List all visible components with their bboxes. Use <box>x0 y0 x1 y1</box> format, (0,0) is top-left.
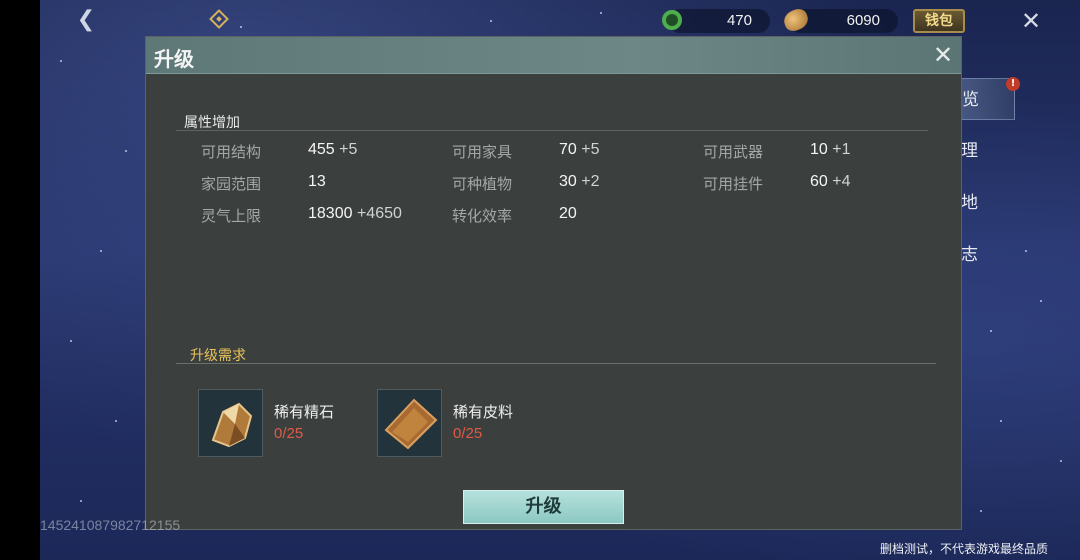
side-menu-item-label: 理 <box>961 141 978 161</box>
attribute-value: 20 <box>559 205 577 222</box>
close-icon[interactable]: ✕ <box>1016 6 1046 36</box>
item-count: 0/25 <box>453 425 483 442</box>
attribute-label: 灵气上限 <box>201 207 262 225</box>
upgrade-dialog: 升级 ✕ 属性增加 可用结构 455 +5 可用家具 70 +5 可用武器 10… <box>145 36 962 530</box>
wallet-button[interactable]: 钱包 <box>913 9 965 33</box>
side-menu-item-label: 地 <box>961 193 978 213</box>
attribute-label: 可种植物 <box>452 175 513 193</box>
divider <box>176 363 936 364</box>
gold-amount: 6090 <box>846 12 880 29</box>
disclaimer-text: 删档测试，不代表游戏最终品质 <box>880 542 1049 556</box>
attribute-value: 70 +5 <box>559 141 600 158</box>
back-button[interactable]: ❮ <box>68 4 104 36</box>
close-icon: ✕ <box>932 41 954 69</box>
side-menu-item-land[interactable]: 地 <box>955 182 1015 234</box>
alert-badge: ! <box>1006 77 1020 91</box>
item-name: 稀有皮料 <box>453 403 514 421</box>
rare-leather-icon <box>377 389 442 457</box>
attribute-value: 13 <box>308 173 326 190</box>
item-count: 0/25 <box>274 425 304 442</box>
rare-stone-icon <box>198 389 263 457</box>
chevron-left-icon: ❮ <box>76 7 96 32</box>
jade-coin-icon <box>662 10 682 30</box>
attribute-label: 可用挂件 <box>703 175 764 193</box>
left-letterbox <box>0 0 40 560</box>
dialog-header: 升级 ✕ <box>146 37 961 74</box>
side-menu-item-overview[interactable]: 览 ! <box>955 77 1020 120</box>
side-menu-item-manage[interactable]: 理 <box>955 130 1015 182</box>
attribute-label: 可用家具 <box>452 143 513 161</box>
attributes-section-title: 属性增加 <box>184 115 240 131</box>
attribute-value: 455 +5 <box>308 141 358 158</box>
attribute-label: 可用武器 <box>703 143 764 161</box>
attribute-value: 10 +1 <box>810 141 851 158</box>
attribute-value: 18300 +4650 <box>308 205 402 222</box>
dialog-title: 升级 <box>154 47 194 71</box>
uid-watermark: 145241087982712155 <box>40 517 181 533</box>
jade-amount: 470 <box>726 12 752 29</box>
requirement-item-rare-stone[interactable]: 稀有精石 0/25 <box>198 389 368 459</box>
side-menu-item-log[interactable]: 志 <box>955 234 1015 286</box>
dialog-close-button[interactable]: ✕ <box>930 41 956 69</box>
requirements-section-title: 升级需求 <box>190 348 246 364</box>
requirement-item-rare-leather[interactable]: 稀有皮料 0/25 <box>377 389 547 459</box>
attribute-value: 60 +4 <box>810 173 851 190</box>
side-menu-item-label: 志 <box>961 245 978 265</box>
attribute-label: 家园范围 <box>201 175 262 193</box>
item-name: 稀有精石 <box>274 403 335 421</box>
attribute-value: 30 +2 <box>559 173 600 190</box>
side-menu-item-label: 览 <box>962 90 979 110</box>
upgrade-button[interactable]: 升级 <box>463 490 624 524</box>
side-menu: 览 ! 理 地 志 <box>955 77 1020 286</box>
attribute-label: 可用结构 <box>201 143 262 161</box>
divider <box>176 130 928 131</box>
jade-currency-display: 470 <box>668 9 770 33</box>
attribute-label: 转化效率 <box>452 207 513 225</box>
